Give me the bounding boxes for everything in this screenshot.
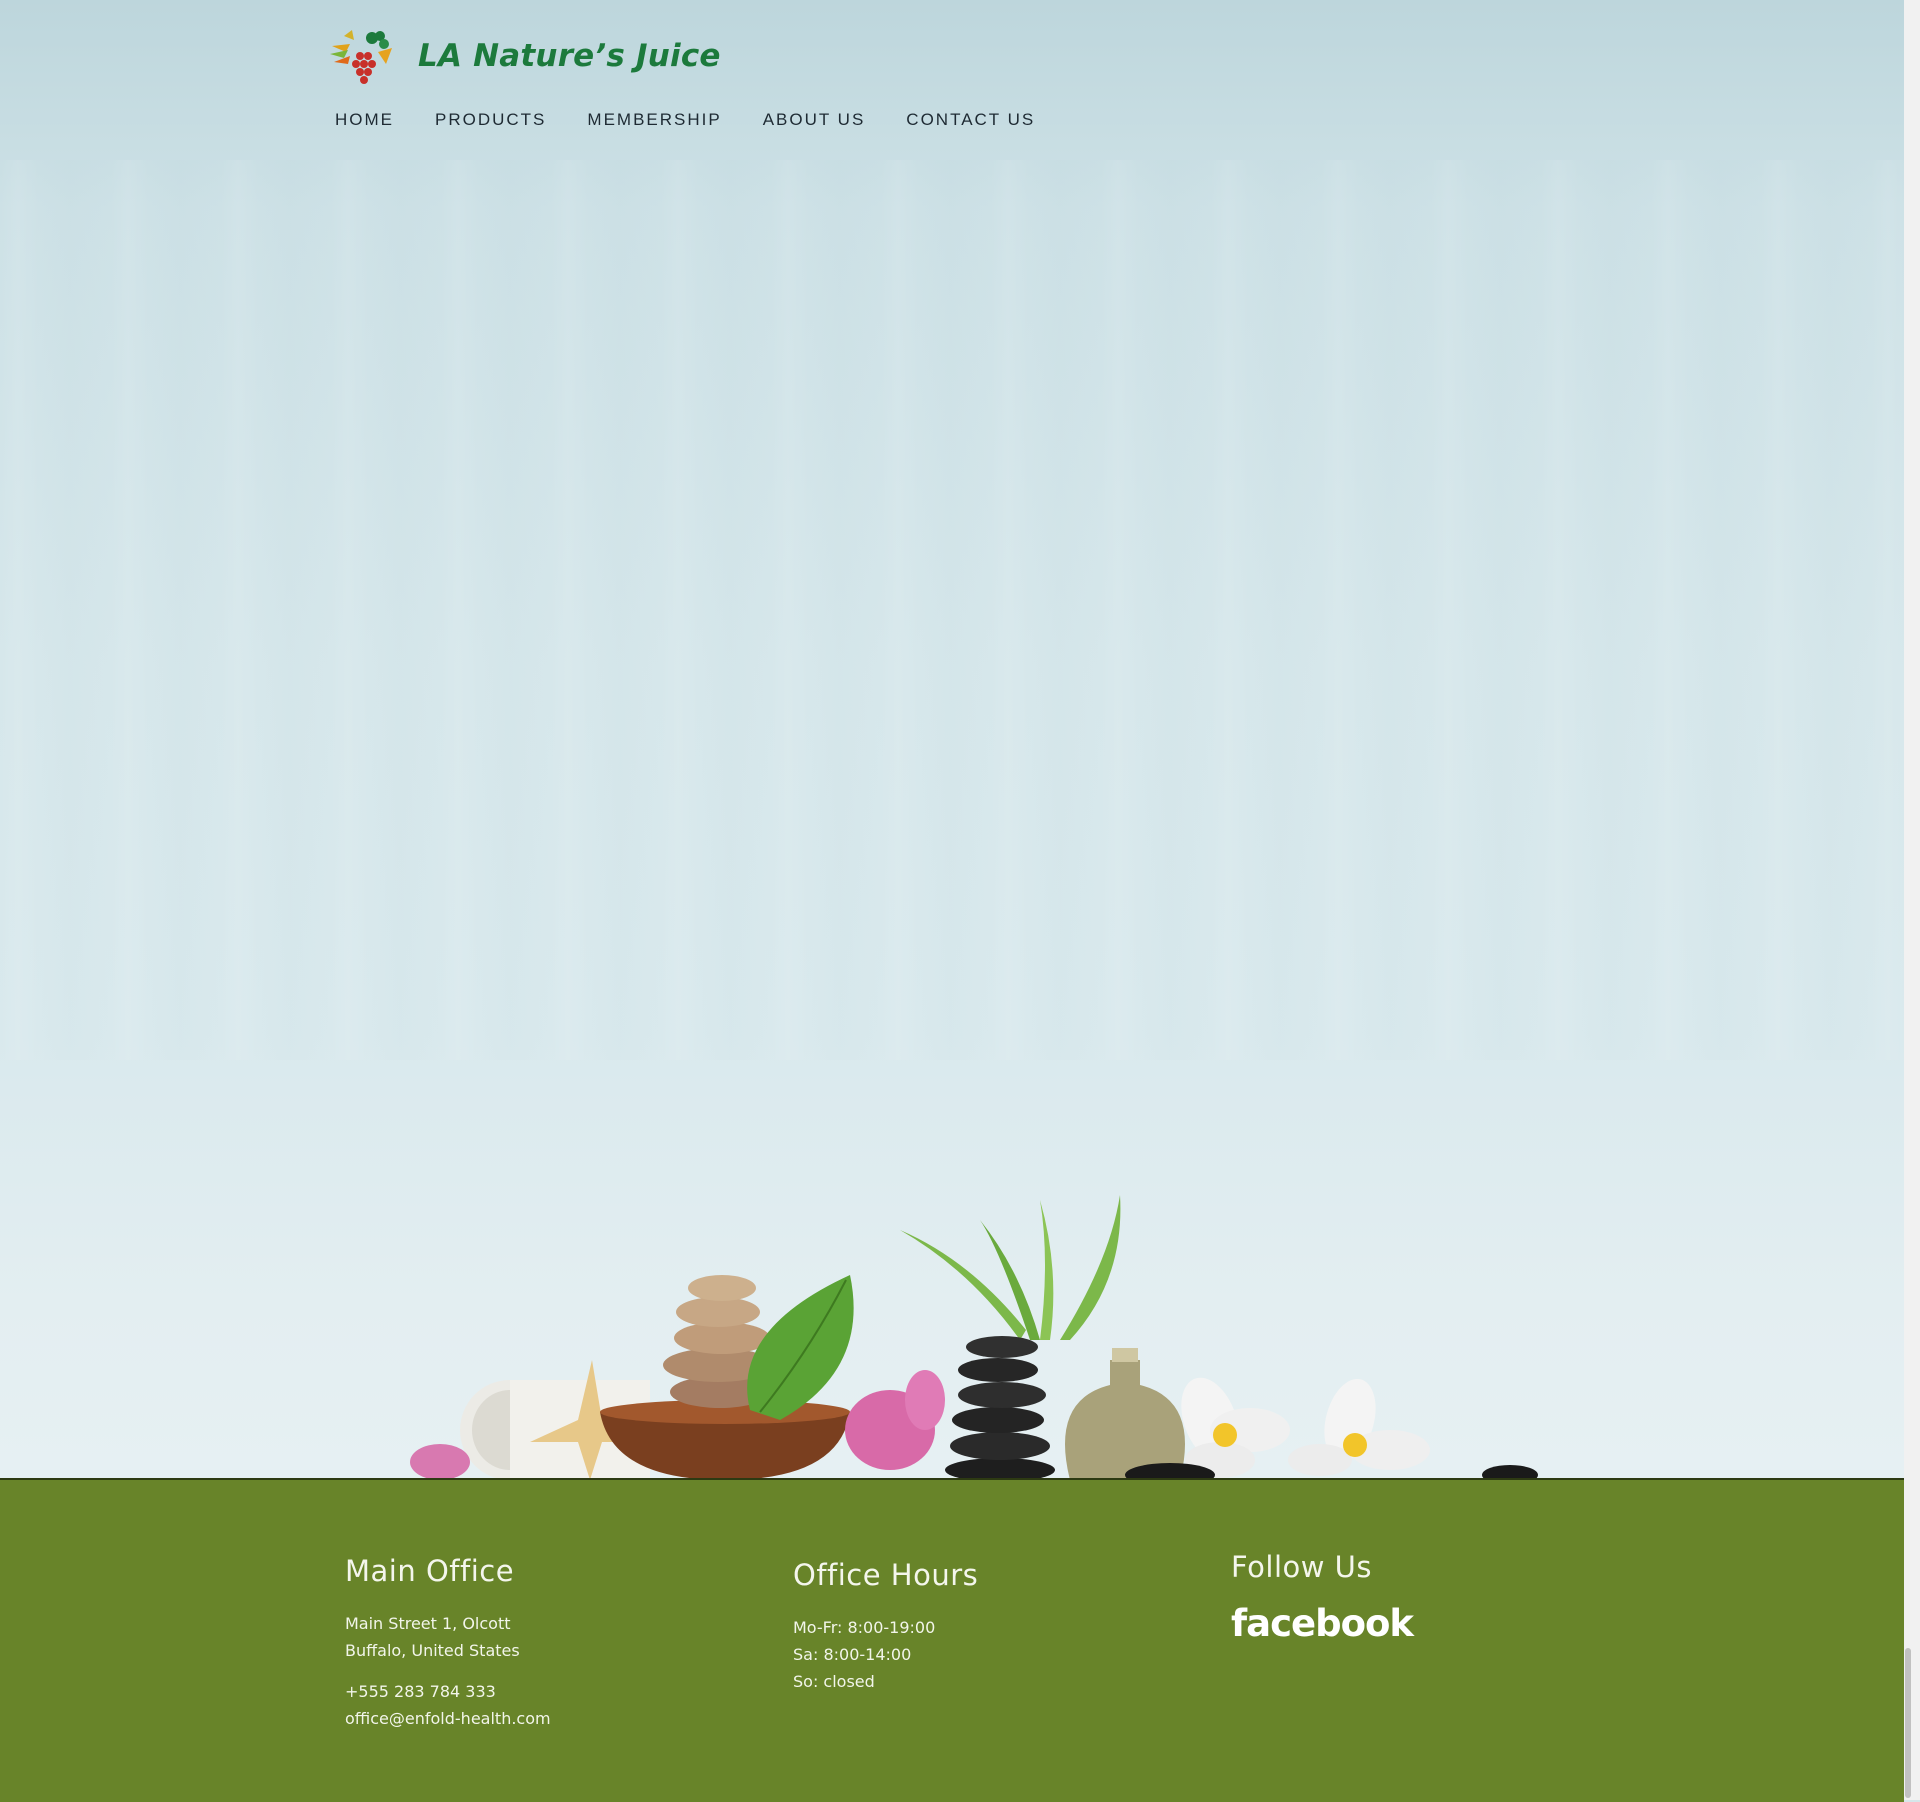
nav-item-contact-us[interactable]: CONTACT US (906, 110, 1035, 130)
nav-item-about-us[interactable]: ABOUT US (763, 110, 866, 130)
hero-section: LA Nature’s Juice HOME PRODUCTS MEMBERSH… (0, 0, 1904, 1478)
hours-sunday: So: closed (793, 1672, 875, 1691)
nav-item-membership[interactable]: MEMBERSHIP (587, 110, 721, 130)
follow-us-title: Follow Us (1231, 1550, 1373, 1584)
fruit-heart-logo-icon[interactable] (326, 26, 398, 90)
page-scrollbar-thumb[interactable] (1905, 1648, 1911, 1798)
main-office-title: Main Office (345, 1554, 515, 1588)
email-link[interactable]: office@enfold-health.com (345, 1705, 551, 1732)
follow-us-column: Follow Us facebook (1231, 1550, 1414, 1645)
brand-name[interactable]: LA Nature’s Juice (418, 38, 721, 74)
nav-item-home[interactable]: HOME (335, 110, 394, 130)
spa-stones-illustration (410, 1195, 1538, 1478)
main-nav: HOME PRODUCTS MEMBERSHIP ABOUT US CONTAC… (335, 110, 1076, 130)
phone-number[interactable]: +555 283 784 333 (345, 1678, 551, 1705)
hours-saturday: Sa: 8:00-14:00 (793, 1645, 912, 1664)
office-hours-column: Office Hours Mo-Fr: 8:00-19:00 Sa: 8:00-… (793, 1558, 978, 1695)
facebook-wordmark-icon[interactable]: facebook (1231, 1602, 1414, 1645)
main-office-column: Main Office Main Street 1, Olcott Buffal… (345, 1554, 551, 1732)
hours-weekdays: Mo-Fr: 8:00-19:00 (793, 1618, 936, 1637)
page-scrollbar[interactable] (1904, 0, 1920, 1800)
nav-item-products[interactable]: PRODUCTS (435, 110, 546, 130)
address-line-2: Buffalo, United States (345, 1641, 520, 1660)
address-line-1: Main Street 1, Olcott (345, 1614, 511, 1633)
office-hours-title: Office Hours (793, 1558, 979, 1592)
hero-background-texture (0, 160, 1904, 1060)
site-footer: Main Office Main Street 1, Olcott Buffal… (0, 1478, 1904, 1802)
site-header: LA Nature’s Juice HOME PRODUCTS MEMBERSH… (326, 26, 1126, 146)
